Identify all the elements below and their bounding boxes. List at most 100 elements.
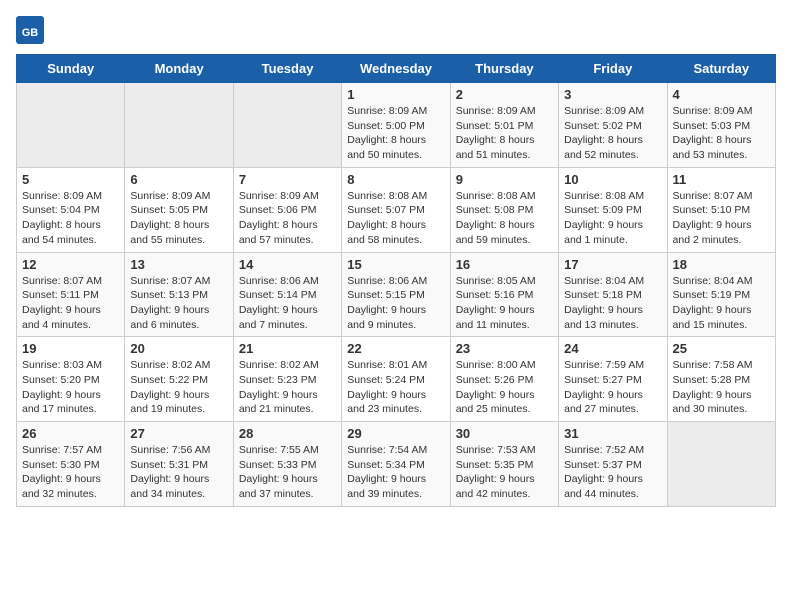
calendar-cell: 2 Sunrise: 8:09 AM Sunset: 5:01 PM Daylig… bbox=[450, 83, 558, 168]
weekday-header-friday: Friday bbox=[559, 55, 667, 83]
calendar-cell: 21 Sunrise: 8:02 AM Sunset: 5:23 PM Dayli… bbox=[233, 337, 341, 422]
day-info: Sunrise: 8:06 AM Sunset: 5:15 PM Dayligh… bbox=[347, 274, 444, 333]
calendar-cell: 27 Sunrise: 7:56 AM Sunset: 5:31 PM Dayli… bbox=[125, 422, 233, 507]
calendar-cell: 23 Sunrise: 8:00 AM Sunset: 5:26 PM Dayli… bbox=[450, 337, 558, 422]
day-number: 22 bbox=[347, 341, 444, 356]
calendar-cell bbox=[233, 83, 341, 168]
day-info: Sunrise: 8:07 AM Sunset: 5:11 PM Dayligh… bbox=[22, 274, 119, 333]
day-number: 14 bbox=[239, 257, 336, 272]
calendar-cell: 29 Sunrise: 7:54 AM Sunset: 5:34 PM Dayli… bbox=[342, 422, 450, 507]
day-number: 7 bbox=[239, 172, 336, 187]
calendar-cell: 4 Sunrise: 8:09 AM Sunset: 5:03 PM Daylig… bbox=[667, 83, 775, 168]
day-info: Sunrise: 8:08 AM Sunset: 5:08 PM Dayligh… bbox=[456, 189, 553, 248]
calendar-week-5: 26 Sunrise: 7:57 AM Sunset: 5:30 PM Dayli… bbox=[17, 422, 776, 507]
day-info: Sunrise: 8:09 AM Sunset: 5:01 PM Dayligh… bbox=[456, 104, 553, 163]
calendar-table: SundayMondayTuesdayWednesdayThursdayFrid… bbox=[16, 54, 776, 507]
calendar-cell: 28 Sunrise: 7:55 AM Sunset: 5:33 PM Dayli… bbox=[233, 422, 341, 507]
day-number: 12 bbox=[22, 257, 119, 272]
day-number: 8 bbox=[347, 172, 444, 187]
day-number: 24 bbox=[564, 341, 661, 356]
day-number: 10 bbox=[564, 172, 661, 187]
day-info: Sunrise: 7:59 AM Sunset: 5:27 PM Dayligh… bbox=[564, 358, 661, 417]
calendar-cell: 5 Sunrise: 8:09 AM Sunset: 5:04 PM Daylig… bbox=[17, 167, 125, 252]
day-number: 4 bbox=[673, 87, 770, 102]
day-number: 23 bbox=[456, 341, 553, 356]
day-number: 17 bbox=[564, 257, 661, 272]
day-info: Sunrise: 8:07 AM Sunset: 5:10 PM Dayligh… bbox=[673, 189, 770, 248]
day-info: Sunrise: 8:03 AM Sunset: 5:20 PM Dayligh… bbox=[22, 358, 119, 417]
calendar-cell: 18 Sunrise: 8:04 AM Sunset: 5:19 PM Dayli… bbox=[667, 252, 775, 337]
calendar-cell: 6Sunrise: 8:09 AM Sunset: 5:05 PM Daylig… bbox=[125, 167, 233, 252]
calendar-cell: 17 Sunrise: 8:04 AM Sunset: 5:18 PM Dayli… bbox=[559, 252, 667, 337]
day-info: Sunrise: 7:56 AM Sunset: 5:31 PM Dayligh… bbox=[130, 443, 227, 502]
day-number: 2 bbox=[456, 87, 553, 102]
day-info: Sunrise: 7:54 AM Sunset: 5:34 PM Dayligh… bbox=[347, 443, 444, 502]
calendar-cell: 9 Sunrise: 8:08 AM Sunset: 5:08 PM Daylig… bbox=[450, 167, 558, 252]
calendar-cell: 25Sunrise: 7:58 AM Sunset: 5:28 PM Dayli… bbox=[667, 337, 775, 422]
day-number: 26 bbox=[22, 426, 119, 441]
day-info: Sunrise: 8:02 AM Sunset: 5:23 PM Dayligh… bbox=[239, 358, 336, 417]
day-number: 27 bbox=[130, 426, 227, 441]
day-info: Sunrise: 8:04 AM Sunset: 5:18 PM Dayligh… bbox=[564, 274, 661, 333]
day-number: 20 bbox=[130, 341, 227, 356]
day-info: Sunrise: 7:53 AM Sunset: 5:35 PM Dayligh… bbox=[456, 443, 553, 502]
svg-text:GB: GB bbox=[22, 27, 39, 39]
day-number: 25 bbox=[673, 341, 770, 356]
calendar-cell: 22 Sunrise: 8:01 AM Sunset: 5:24 PM Dayli… bbox=[342, 337, 450, 422]
day-number: 19 bbox=[22, 341, 119, 356]
day-info: Sunrise: 8:00 AM Sunset: 5:26 PM Dayligh… bbox=[456, 358, 553, 417]
day-info: Sunrise: 8:08 AM Sunset: 5:07 PM Dayligh… bbox=[347, 189, 444, 248]
calendar-cell: 8 Sunrise: 8:08 AM Sunset: 5:07 PM Daylig… bbox=[342, 167, 450, 252]
weekday-header-saturday: Saturday bbox=[667, 55, 775, 83]
calendar-cell: 7 Sunrise: 8:09 AM Sunset: 5:06 PM Daylig… bbox=[233, 167, 341, 252]
weekday-header-tuesday: Tuesday bbox=[233, 55, 341, 83]
day-number: 28 bbox=[239, 426, 336, 441]
calendar-cell bbox=[17, 83, 125, 168]
day-number: 16 bbox=[456, 257, 553, 272]
day-number: 15 bbox=[347, 257, 444, 272]
day-info: Sunrise: 8:07 AM Sunset: 5:13 PM Dayligh… bbox=[130, 274, 227, 333]
day-number: 18 bbox=[673, 257, 770, 272]
day-info: Sunrise: 8:01 AM Sunset: 5:24 PM Dayligh… bbox=[347, 358, 444, 417]
calendar-cell bbox=[125, 83, 233, 168]
calendar-cell: 31Sunrise: 7:52 AM Sunset: 5:37 PM Dayli… bbox=[559, 422, 667, 507]
day-number: 31 bbox=[564, 426, 661, 441]
day-info: Sunrise: 7:55 AM Sunset: 5:33 PM Dayligh… bbox=[239, 443, 336, 502]
weekday-header-row: SundayMondayTuesdayWednesdayThursdayFrid… bbox=[17, 55, 776, 83]
header: GB bbox=[16, 16, 776, 44]
calendar-cell: 16 Sunrise: 8:05 AM Sunset: 5:16 PM Dayli… bbox=[450, 252, 558, 337]
day-info: Sunrise: 8:09 AM Sunset: 5:06 PM Dayligh… bbox=[239, 189, 336, 248]
weekday-header-wednesday: Wednesday bbox=[342, 55, 450, 83]
day-info: Sunrise: 8:09 AM Sunset: 5:02 PM Dayligh… bbox=[564, 104, 661, 163]
calendar-cell: 12 Sunrise: 8:07 AM Sunset: 5:11 PM Dayli… bbox=[17, 252, 125, 337]
day-info: Sunrise: 7:57 AM Sunset: 5:30 PM Dayligh… bbox=[22, 443, 119, 502]
day-number: 30 bbox=[456, 426, 553, 441]
day-info: Sunrise: 8:06 AM Sunset: 5:14 PM Dayligh… bbox=[239, 274, 336, 333]
day-info: Sunrise: 8:09 AM Sunset: 5:04 PM Dayligh… bbox=[22, 189, 119, 248]
calendar-cell: 15 Sunrise: 8:06 AM Sunset: 5:15 PM Dayli… bbox=[342, 252, 450, 337]
day-info: Sunrise: 8:02 AM Sunset: 5:22 PM Dayligh… bbox=[130, 358, 227, 417]
day-number: 29 bbox=[347, 426, 444, 441]
calendar-body: 1Sunrise: 8:09 AM Sunset: 5:00 PM Daylig… bbox=[17, 83, 776, 507]
logo: GB bbox=[16, 16, 48, 44]
calendar-cell: 14 Sunrise: 8:06 AM Sunset: 5:14 PM Dayli… bbox=[233, 252, 341, 337]
day-info: Sunrise: 8:09 AM Sunset: 5:05 PM Dayligh… bbox=[130, 189, 227, 248]
day-number: 13 bbox=[130, 257, 227, 272]
day-number: 9 bbox=[456, 172, 553, 187]
weekday-header-monday: Monday bbox=[125, 55, 233, 83]
calendar-cell: 26 Sunrise: 7:57 AM Sunset: 5:30 PM Dayli… bbox=[17, 422, 125, 507]
weekday-header-thursday: Thursday bbox=[450, 55, 558, 83]
calendar-week-2: 5 Sunrise: 8:09 AM Sunset: 5:04 PM Daylig… bbox=[17, 167, 776, 252]
calendar-week-4: 19 Sunrise: 8:03 AM Sunset: 5:20 PM Dayli… bbox=[17, 337, 776, 422]
day-info: Sunrise: 8:09 AM Sunset: 5:03 PM Dayligh… bbox=[673, 104, 770, 163]
day-number: 21 bbox=[239, 341, 336, 356]
calendar-cell: 10 Sunrise: 8:08 AM Sunset: 5:09 PM Dayli… bbox=[559, 167, 667, 252]
day-number: 1 bbox=[347, 87, 444, 102]
day-info: Sunrise: 8:04 AM Sunset: 5:19 PM Dayligh… bbox=[673, 274, 770, 333]
day-info: Sunrise: 8:05 AM Sunset: 5:16 PM Dayligh… bbox=[456, 274, 553, 333]
day-info: Sunrise: 8:08 AM Sunset: 5:09 PM Dayligh… bbox=[564, 189, 661, 248]
day-number: 5 bbox=[22, 172, 119, 187]
day-number: 3 bbox=[564, 87, 661, 102]
calendar-cell: 11Sunrise: 8:07 AM Sunset: 5:10 PM Dayli… bbox=[667, 167, 775, 252]
calendar-cell: 13 Sunrise: 8:07 AM Sunset: 5:13 PM Dayli… bbox=[125, 252, 233, 337]
